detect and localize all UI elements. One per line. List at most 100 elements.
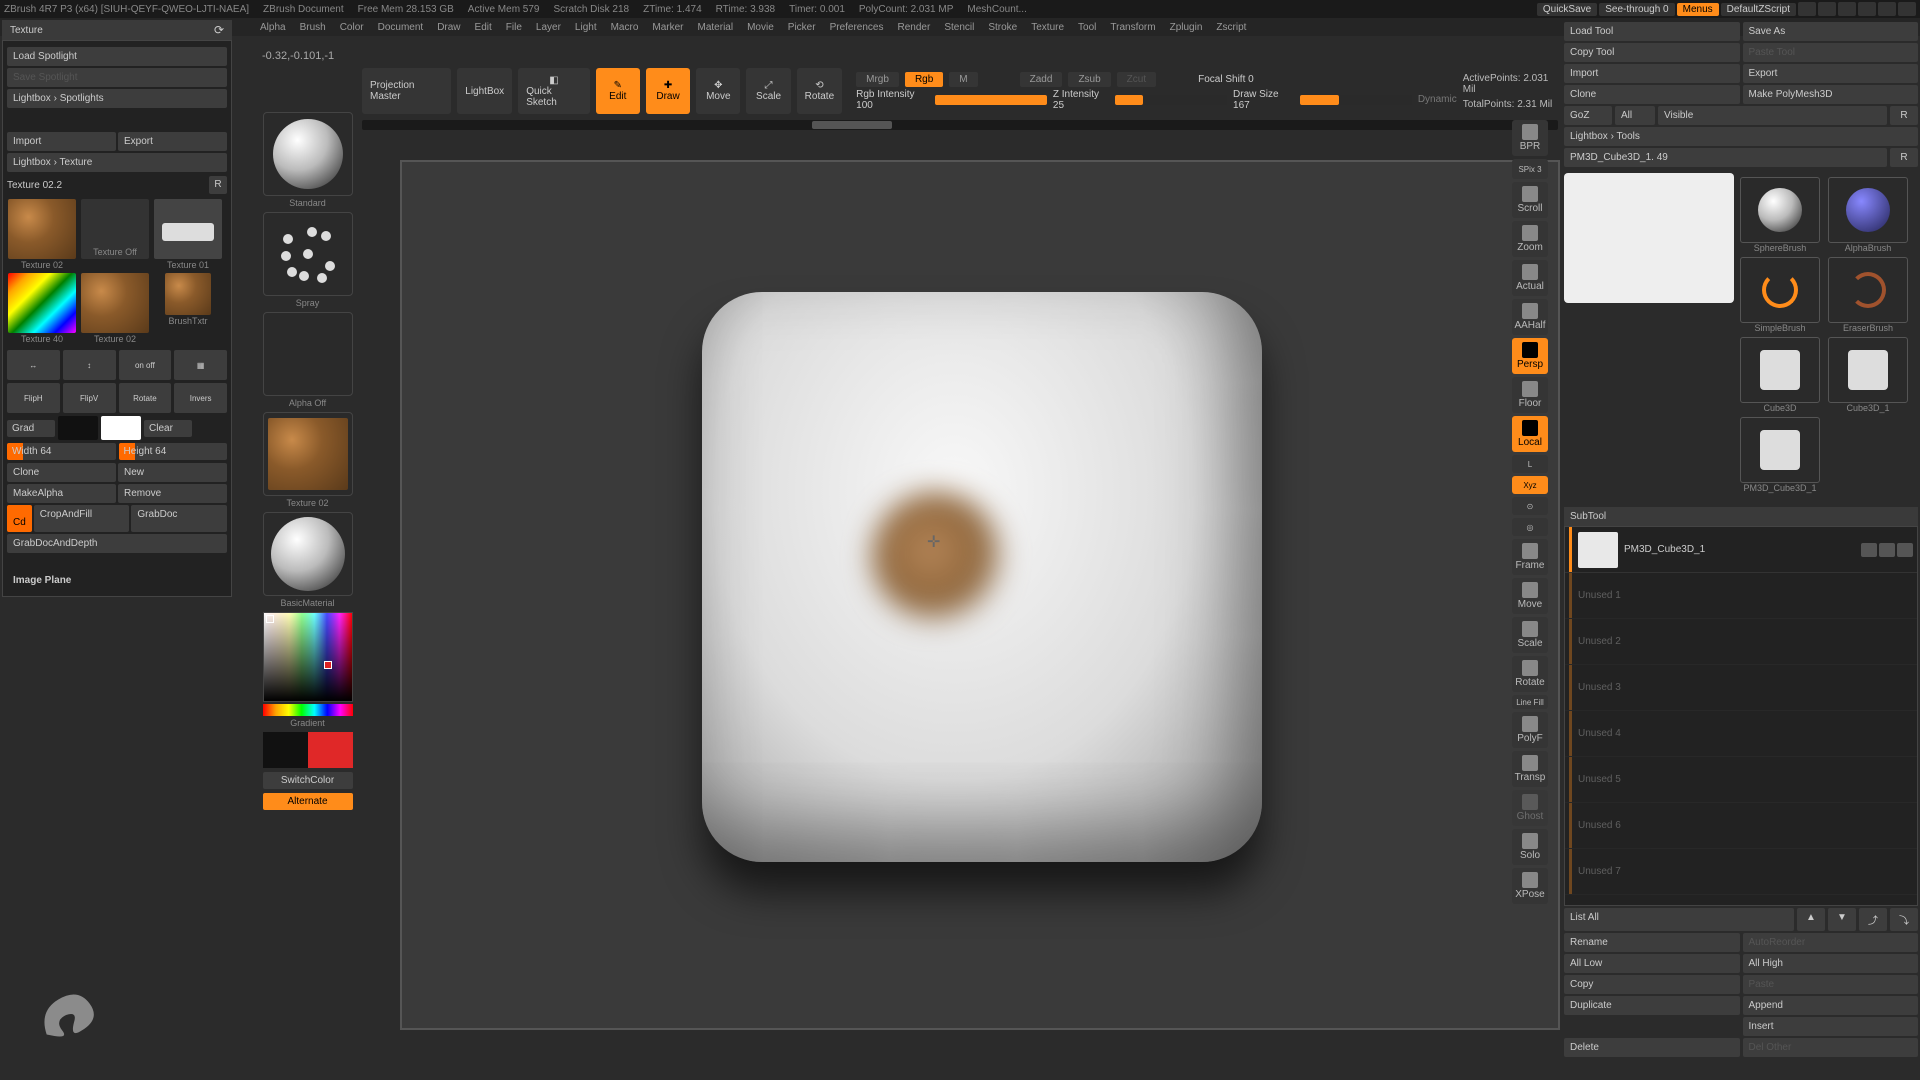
menu-picker[interactable]: Picker xyxy=(788,22,816,33)
goz-all-button[interactable]: All xyxy=(1615,106,1655,125)
seethrough-slider[interactable]: See-through 0 xyxy=(1599,3,1674,16)
menu-macro[interactable]: Macro xyxy=(611,22,639,33)
make-polymesh-button[interactable]: Make PolyMesh3D xyxy=(1743,85,1919,104)
menu-preferences[interactable]: Preferences xyxy=(830,22,884,33)
texture-thumb[interactable]: Texture 01 xyxy=(153,199,223,270)
center-icon[interactable]: ⊙ xyxy=(1512,497,1548,515)
mrgb-toggle[interactable]: Mrgb xyxy=(856,72,899,87)
makealpha-button[interactable]: MakeAlpha xyxy=(7,484,116,503)
tool-thumb[interactable]: PM3D_Cube3D_1 xyxy=(1738,417,1822,493)
tool-thumb[interactable]: Cube3D xyxy=(1738,337,1822,413)
texture-slot[interactable] xyxy=(263,412,353,496)
menu-alpha[interactable]: Alpha xyxy=(260,22,286,33)
zadd-toggle[interactable]: Zadd xyxy=(1020,72,1063,87)
del-other-button[interactable]: Del Other xyxy=(1743,1038,1919,1057)
zsub-toggle[interactable]: Zsub xyxy=(1068,72,1110,87)
fliph-icon[interactable]: ↔ xyxy=(7,350,60,380)
tool-thumb[interactable]: SphereBrush xyxy=(1738,177,1822,253)
rgb-intensity-bar[interactable] xyxy=(935,95,1047,105)
tool-r-button[interactable]: R xyxy=(1890,148,1918,167)
persp-button[interactable]: Persp xyxy=(1512,338,1548,374)
menu-layer[interactable]: Layer xyxy=(536,22,561,33)
tool-export-button[interactable]: Export xyxy=(1743,64,1919,83)
all-low-button[interactable]: All Low xyxy=(1564,954,1740,973)
save-as-button[interactable]: Save As xyxy=(1743,22,1919,41)
duplicate-button[interactable]: Duplicate xyxy=(1564,996,1740,1015)
subtool-copy-button[interactable]: Copy xyxy=(1564,975,1740,994)
all-high-button[interactable]: All High xyxy=(1743,954,1919,973)
grid-icon[interactable]: ▦ xyxy=(174,350,227,380)
xpose-button[interactable]: XPose xyxy=(1512,868,1548,904)
menu-zscript[interactable]: Zscript xyxy=(1216,22,1246,33)
default-script[interactable]: DefaultZScript xyxy=(1721,3,1796,16)
rotate-nav-button[interactable]: Rotate xyxy=(1512,656,1548,692)
menu-edit[interactable]: Edit xyxy=(475,22,492,33)
tool-thumb[interactable]: SimpleBrush xyxy=(1738,257,1822,333)
sec-swatch[interactable] xyxy=(58,416,98,440)
new-button[interactable]: New xyxy=(118,463,227,482)
menu-zplugin[interactable]: Zplugin xyxy=(1170,22,1203,33)
menu-render[interactable]: Render xyxy=(898,22,931,33)
floor-button[interactable]: Floor xyxy=(1512,377,1548,413)
rgb-toggle[interactable]: Rgb xyxy=(905,72,943,87)
paint-icon[interactable] xyxy=(1861,543,1877,557)
color-swatches[interactable] xyxy=(263,732,353,768)
main-swatch[interactable] xyxy=(101,416,141,440)
menu-document[interactable]: Document xyxy=(378,22,424,33)
texture-r-button[interactable]: R xyxy=(209,176,227,194)
edit-button[interactable]: ✎Edit xyxy=(596,68,640,114)
autoreorder-button[interactable]: AutoReorder xyxy=(1743,933,1919,952)
menu-material[interactable]: Material xyxy=(698,22,734,33)
window-max-icon[interactable] xyxy=(1858,2,1876,16)
window-restore-icon[interactable] xyxy=(1878,2,1896,16)
quicksketch-button[interactable]: ◧Quick Sketch xyxy=(518,68,589,114)
switchcolor-button[interactable]: SwitchColor xyxy=(263,772,353,789)
arrow-down-icon[interactable]: ▼ xyxy=(1828,908,1856,931)
lightbox-spotlights-button[interactable]: Lightbox › Spotlights xyxy=(7,89,227,108)
subtool-row[interactable]: Unused 3 xyxy=(1565,665,1917,711)
texture-thumb[interactable]: BrushTxtr xyxy=(153,273,223,344)
stroke-slot[interactable] xyxy=(263,212,353,296)
transp-button[interactable]: Transp xyxy=(1512,751,1548,787)
subtool-row[interactable]: Unused 6 xyxy=(1565,803,1917,849)
move-up-icon[interactable]: ⤴ xyxy=(1859,908,1887,931)
list-all-button[interactable]: List All xyxy=(1564,908,1794,931)
move-nav-button[interactable]: Move xyxy=(1512,578,1548,614)
menu-color[interactable]: Color xyxy=(340,22,364,33)
rename-button[interactable]: Rename xyxy=(1564,933,1740,952)
zoom-button[interactable]: Zoom xyxy=(1512,221,1548,257)
quicksave-button[interactable]: QuickSave xyxy=(1537,3,1597,16)
canvas[interactable]: ✛ xyxy=(400,160,1560,1030)
tool-clone-button[interactable]: Clone xyxy=(1564,85,1740,104)
scroll-button[interactable]: Scroll xyxy=(1512,182,1548,218)
shelf-scrollbar[interactable] xyxy=(362,120,1558,130)
window-min-icon[interactable] xyxy=(1838,2,1856,16)
z-intensity-bar[interactable] xyxy=(1115,95,1227,105)
image-plane-header[interactable]: Image Plane xyxy=(7,571,227,590)
ghost-button[interactable]: Ghost xyxy=(1512,790,1548,826)
window-help-icon[interactable] xyxy=(1798,2,1816,16)
bpr-button[interactable]: BPR xyxy=(1512,120,1548,156)
color-picker[interactable] xyxy=(263,612,353,702)
flipv-icon[interactable]: ↕ xyxy=(63,350,116,380)
remove-button[interactable]: Remove xyxy=(118,484,227,503)
scale-nav-button[interactable]: Scale xyxy=(1512,617,1548,653)
grabdoc-button[interactable]: GrabDoc xyxy=(131,505,227,532)
menu-draw[interactable]: Draw xyxy=(437,22,460,33)
eye-icon[interactable] xyxy=(1879,543,1895,557)
refresh-icon[interactable]: ⟳ xyxy=(214,23,224,37)
menu-movie[interactable]: Movie xyxy=(747,22,774,33)
scale-button[interactable]: ⤢Scale xyxy=(746,68,790,114)
brush-icon[interactable] xyxy=(1897,543,1913,557)
fliph-button[interactable]: FlipH xyxy=(7,383,60,413)
rgb-intensity-slider[interactable]: Rgb Intensity 100 xyxy=(856,89,929,111)
load-tool-button[interactable]: Load Tool xyxy=(1564,22,1740,41)
lightbox-tools-button[interactable]: Lightbox › Tools xyxy=(1564,127,1918,146)
rotate-button[interactable]: ⟲Rotate xyxy=(797,68,842,114)
rotate-button[interactable]: Rotate xyxy=(119,383,172,413)
subtool-row[interactable]: PM3D_Cube3D_1 xyxy=(1565,527,1917,573)
append-button[interactable]: Append xyxy=(1743,996,1919,1015)
export-button[interactable]: Export xyxy=(118,132,227,151)
window-dock-icon[interactable] xyxy=(1818,2,1836,16)
texture-thumb[interactable]: Texture Off xyxy=(80,199,150,270)
